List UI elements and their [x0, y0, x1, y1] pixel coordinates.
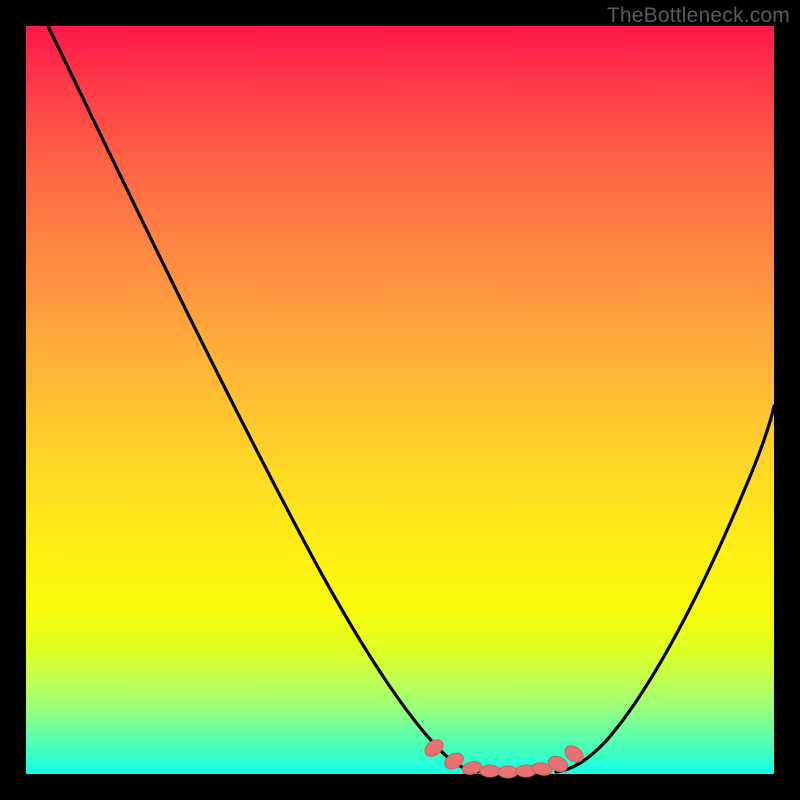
left-curve	[48, 26, 478, 772]
plot-area	[26, 26, 774, 774]
watermark-text: TheBottleneck.com	[607, 4, 790, 28]
chart-canvas: TheBottleneck.com	[0, 0, 800, 800]
bottleneck-curve	[26, 26, 774, 774]
right-curve	[556, 406, 774, 772]
